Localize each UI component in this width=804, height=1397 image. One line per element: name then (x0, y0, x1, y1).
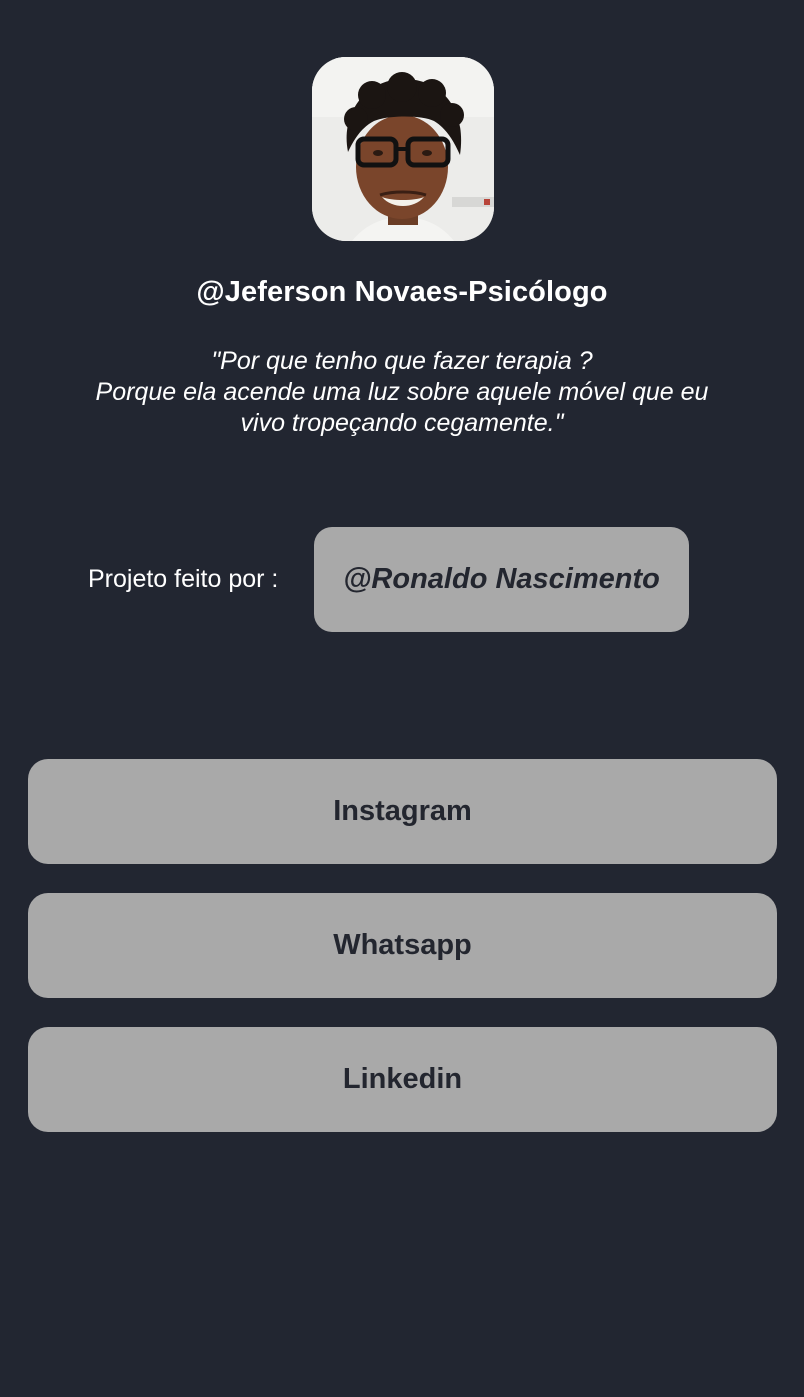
credit-label: Projeto feito por : (88, 565, 279, 593)
quote-line: "Por que tenho que fazer terapia ? (211, 347, 593, 375)
link-tree-page: @Jeferson Novaes-Psicólogo "Por que tenh… (0, 0, 804, 1397)
profile-username: @Jeferson Novaes-Psicólogo (196, 276, 608, 308)
profile-avatar (312, 57, 494, 241)
whatsapp-button[interactable]: Whatsapp (28, 893, 777, 998)
profile-photo (312, 57, 494, 241)
profile-quote: "Por que tenho que fazer terapia ? Porqu… (60, 346, 744, 439)
credit-author-button[interactable]: @Ronaldo Nascimento (314, 527, 689, 632)
linkedin-button[interactable]: Linkedin (28, 1027, 777, 1132)
instagram-button[interactable]: Instagram (28, 759, 777, 864)
quote-line: Porque ela acende uma luz sobre aquele m… (95, 378, 709, 406)
quote-line: vivo tropeçando cegamente." (240, 409, 564, 437)
